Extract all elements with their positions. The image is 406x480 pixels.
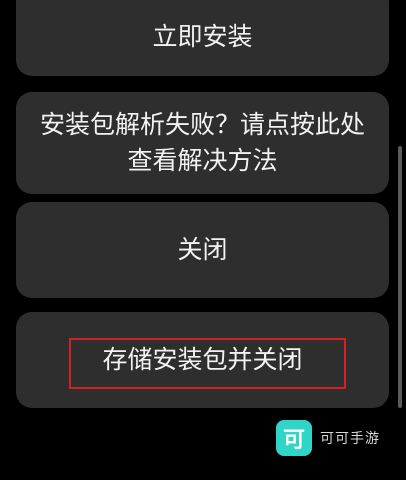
save-package-and-close-button[interactable]: 存储安装包并关闭 [16, 312, 389, 408]
close-button[interactable]: 关闭 [16, 202, 389, 298]
watermark-logo-icon: 可 [276, 420, 312, 456]
save-package-and-close-label: 存储安装包并关闭 [102, 345, 303, 374]
close-label: 关闭 [177, 235, 228, 264]
scrollbar[interactable] [398, 146, 402, 408]
parse-failed-help-label: 安装包解析失败？请点按此处查看解决方法 [39, 110, 365, 175]
watermark: 可 可可手游 [276, 420, 380, 456]
watermark-text: 可可手游 [320, 431, 380, 447]
install-options-screen: 立即安装 安装包解析失败？请点按此处查看解决方法 关闭 存储安装包并关闭 可 可… [0, 0, 406, 480]
parse-failed-help-button[interactable]: 安装包解析失败？请点按此处查看解决方法 [16, 92, 389, 194]
install-now-label: 立即安装 [152, 22, 253, 51]
install-now-button[interactable]: 立即安装 [16, 0, 389, 76]
